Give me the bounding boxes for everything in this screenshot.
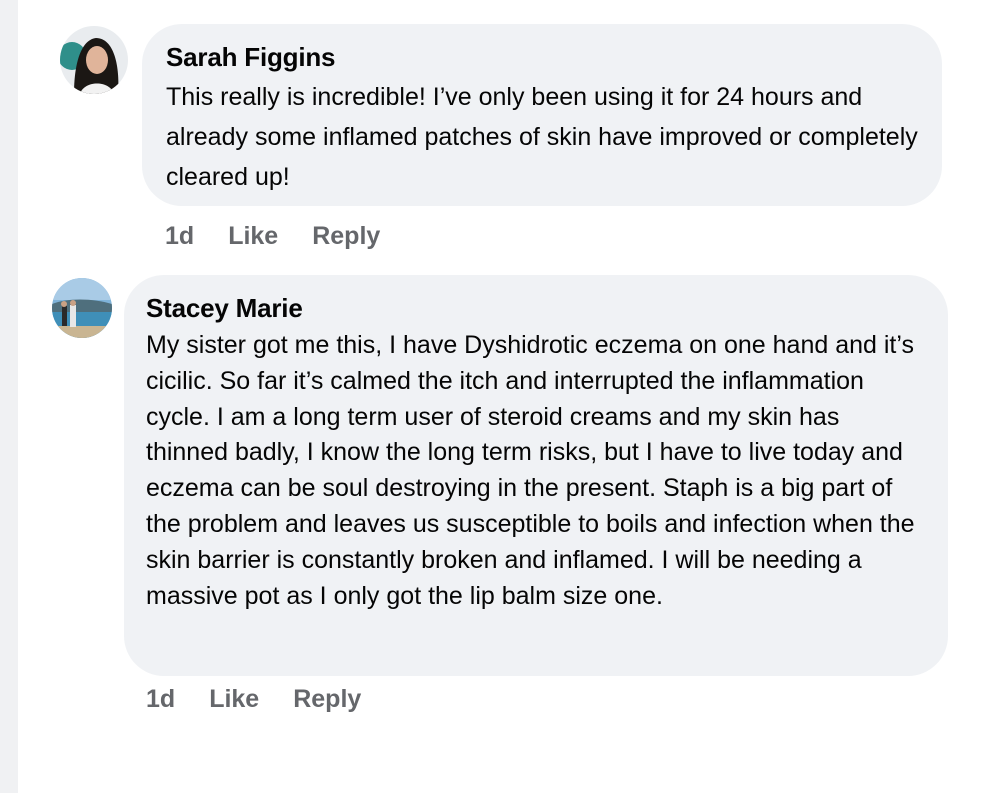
avatar[interactable] xyxy=(52,278,112,338)
comment-bubble: Sarah Figgins This really is incredible!… xyxy=(142,24,942,206)
like-button[interactable]: Like xyxy=(209,685,259,714)
comment-author[interactable]: Sarah Figgins xyxy=(166,42,918,73)
left-panel-edge xyxy=(0,0,18,793)
avatar[interactable] xyxy=(60,26,128,94)
comment-timestamp[interactable]: 1d xyxy=(146,685,175,714)
reply-button[interactable]: Reply xyxy=(293,685,361,714)
comment-timestamp[interactable]: 1d xyxy=(165,222,194,251)
comment-text: This really is incredible! I’ve only bee… xyxy=(166,83,918,191)
comment-actions: 1d Like Reply xyxy=(165,222,380,251)
comment-bubble: Stacey Marie My sister got me this, I ha… xyxy=(124,275,948,676)
comment-author[interactable]: Stacey Marie xyxy=(146,293,926,324)
reply-button[interactable]: Reply xyxy=(312,222,380,251)
like-button[interactable]: Like xyxy=(228,222,278,251)
comment-text: My sister got me this, I have Dyshidroti… xyxy=(146,331,915,610)
comment-actions: 1d Like Reply xyxy=(146,685,361,714)
